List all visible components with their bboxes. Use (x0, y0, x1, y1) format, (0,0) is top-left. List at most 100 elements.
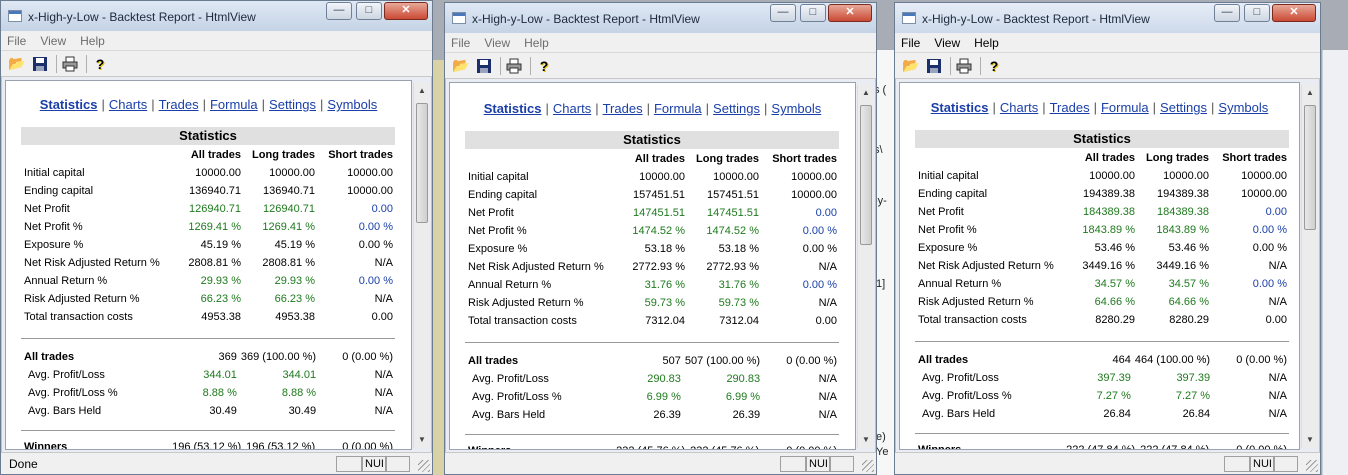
nav-link-symbols[interactable]: Symbols (771, 101, 821, 116)
row-label: Net Profit % (24, 221, 83, 233)
column-header: Long trades (252, 149, 315, 161)
toolbar: 📂? (445, 53, 876, 79)
nav-link-symbols[interactable]: Symbols (1218, 100, 1268, 115)
vertical-scrollbar[interactable]: ▲ ▼ (1301, 85, 1317, 448)
cell-long: 7.27 % (1175, 390, 1211, 402)
nav-link-statistics[interactable]: Statistics (931, 100, 989, 115)
minimize-button[interactable]: — (326, 2, 352, 20)
app-icon (8, 10, 22, 22)
cell-short: N/A (1268, 372, 1287, 384)
cell-all: 10000.00 (195, 167, 241, 179)
help-icon[interactable]: ? (90, 54, 110, 74)
minimize-button[interactable]: — (1214, 4, 1240, 22)
row-label: Risk Adjusted Return % (918, 296, 1034, 308)
nav-link-charts[interactable]: Charts (109, 97, 147, 112)
cell-all: 136940.71 (189, 185, 241, 197)
menu-file[interactable]: File (7, 34, 26, 48)
maximize-button[interactable]: □ (356, 2, 382, 20)
close-button[interactable]: ✕ (1272, 4, 1316, 22)
open-folder-icon[interactable]: 📂 (7, 54, 27, 74)
title-bar[interactable]: x-High-y-Low - Backtest Report - HtmlVie… (445, 3, 876, 33)
scroll-up-arrow[interactable]: ▲ (858, 85, 874, 101)
row-label: Ending capital (918, 188, 988, 200)
cell-short: 0 (0.00 %) (1236, 354, 1287, 366)
nav-link-symbols[interactable]: Symbols (327, 97, 377, 112)
menu-file[interactable]: File (451, 36, 470, 50)
help-icon[interactable]: ? (984, 56, 1004, 76)
menu-view[interactable]: View (934, 36, 960, 50)
scroll-down-arrow[interactable]: ▼ (414, 432, 430, 448)
print-icon[interactable] (504, 56, 524, 76)
scroll-down-arrow[interactable]: ▼ (858, 432, 874, 448)
nav-link-statistics[interactable]: Statistics (40, 97, 98, 112)
nav-link-settings[interactable]: Settings (1160, 100, 1207, 115)
save-icon[interactable] (30, 54, 50, 74)
report-content: Statistics | Charts | Trades | Formula | Setting… (449, 82, 856, 450)
cell-short: 0.00 (371, 203, 393, 215)
cell-long: 126940.71 (263, 203, 315, 215)
report-content: Statistics | Charts | Trades | Formula | Setting… (5, 80, 412, 450)
nav-link-statistics[interactable]: Statistics (484, 101, 542, 116)
nav-link-trades[interactable]: Trades (1050, 100, 1090, 115)
menu-bar: File View Help (1, 31, 432, 51)
nav-link-charts[interactable]: Charts (553, 101, 591, 116)
nav-link-charts[interactable]: Charts (1000, 100, 1038, 115)
cell-short: 0.00 % (802, 243, 837, 255)
cell-all: 10000.00 (1089, 170, 1135, 182)
save-icon[interactable] (924, 56, 944, 76)
nav-link-formula[interactable]: Formula (1101, 100, 1149, 115)
close-button[interactable]: ✕ (828, 4, 872, 22)
table-row: Avg. Bars Held 26.84 26.84 N/A (915, 405, 1289, 423)
table-row: All trades 464 464 (100.00 %) 0 (0.00 %) (915, 351, 1289, 369)
open-folder-icon[interactable]: 📂 (901, 56, 921, 76)
print-icon[interactable] (60, 54, 80, 74)
menu-file[interactable]: File (901, 36, 920, 50)
help-icon[interactable]: ? (534, 56, 554, 76)
title-bar[interactable]: x-High-y-Low - Backtest Report - HtmlVie… (895, 3, 1320, 33)
scroll-up-arrow[interactable]: ▲ (1302, 85, 1318, 101)
table-row: All trades 369 369 (100.00 %) 0 (0.00 %) (21, 348, 395, 366)
vertical-scrollbar[interactable]: ▲ ▼ (857, 85, 873, 448)
row-label: Annual Return % (918, 278, 1002, 290)
section-divider (465, 342, 839, 343)
maximize-button[interactable]: □ (800, 4, 826, 22)
cell-long: 10000.00 (1163, 170, 1209, 182)
resize-grip-icon[interactable] (418, 460, 430, 472)
row-label: Annual Return % (468, 279, 552, 291)
title-bar[interactable]: x-High-y-Low - Backtest Report - HtmlVie… (1, 1, 432, 31)
resize-grip-icon[interactable] (862, 460, 874, 472)
nav-separator: | (151, 97, 155, 112)
menu-view[interactable]: View (40, 34, 66, 48)
nav-link-trades[interactable]: Trades (603, 101, 643, 116)
nav-link-formula[interactable]: Formula (654, 101, 702, 116)
cell-short: N/A (374, 387, 393, 399)
cell-all: 53.46 % (1094, 242, 1135, 254)
scroll-thumb[interactable] (860, 105, 872, 245)
open-folder-icon[interactable]: 📂 (451, 56, 471, 76)
save-icon[interactable] (474, 56, 494, 76)
cell-short: 10000.00 (1241, 170, 1287, 182)
nav-link-formula[interactable]: Formula (210, 97, 258, 112)
nav-link-trades[interactable]: Trades (159, 97, 199, 112)
scroll-down-arrow[interactable]: ▼ (1302, 432, 1318, 448)
row-label: Exposure % (918, 242, 978, 254)
resize-grip-icon[interactable] (1306, 460, 1318, 472)
nav-separator: | (992, 100, 996, 115)
scroll-up-arrow[interactable]: ▲ (414, 83, 430, 99)
close-button[interactable]: ✕ (384, 2, 428, 20)
nav-link-settings[interactable]: Settings (269, 97, 316, 112)
menu-help[interactable]: Help (974, 36, 999, 50)
status-pane (1224, 456, 1250, 472)
cell-all: 194389.38 (1083, 188, 1135, 200)
nav-link-settings[interactable]: Settings (713, 101, 760, 116)
scroll-thumb[interactable] (1304, 105, 1316, 230)
menu-help[interactable]: Help (524, 36, 549, 50)
vertical-scrollbar[interactable]: ▲ ▼ (413, 83, 429, 448)
menu-help[interactable]: Help (80, 34, 105, 48)
scroll-thumb[interactable] (416, 103, 428, 223)
minimize-button[interactable]: — (770, 4, 796, 22)
cell-short: 10000.00 (791, 189, 837, 201)
print-icon[interactable] (954, 56, 974, 76)
menu-view[interactable]: View (484, 36, 510, 50)
maximize-button[interactable]: □ (1244, 4, 1270, 22)
